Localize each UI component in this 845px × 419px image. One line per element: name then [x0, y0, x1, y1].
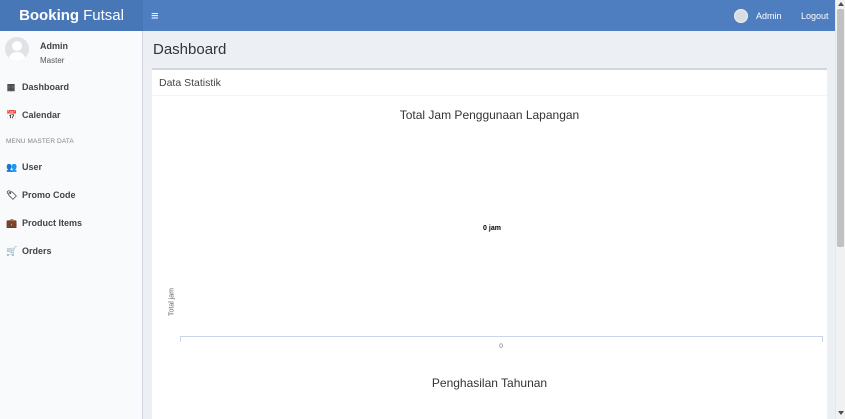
users-icon: 👥: [6, 161, 18, 172]
user-panel-role: Master: [40, 56, 65, 65]
sidebar-item-label: Dashboard: [22, 82, 70, 92]
dashboard-icon: ▦: [6, 81, 16, 92]
sidebar-toggle-icon[interactable]: ≡: [151, 0, 159, 31]
page-title: Dashboard: [153, 41, 227, 58]
tag-icon: 🏷: [6, 189, 18, 200]
brand-logo[interactable]: Booking Futsal: [0, 0, 143, 31]
chart-x-tick-mark: [822, 336, 823, 342]
cart-icon: 🛒: [6, 245, 18, 256]
brand-bold: Booking: [19, 7, 80, 24]
sidebar-item-orders[interactable]: 🛒 Orders: [0, 241, 143, 261]
box-title: Data Statistik: [159, 77, 221, 89]
chart-x-tick-mark: [180, 336, 181, 342]
sidebar-item-label: Promo Code: [22, 190, 76, 200]
briefcase-icon: 💼: [6, 217, 18, 228]
scroll-down-arrow-icon[interactable]: [838, 411, 844, 415]
page-scrollbar[interactable]: [835, 0, 845, 419]
sidebar-item-product-items[interactable]: 💼 Product Items: [0, 213, 143, 233]
sidebar-item-label: User: [22, 162, 43, 172]
chart-title-annual-income: Penghasilan Tahunan: [431, 376, 548, 390]
sidebar-item-promo-code[interactable]: 🏷 Promo Code: [0, 185, 143, 205]
sidebar: Admin Master ▦ Dashboard 📅 Calendar MENU…: [0, 31, 143, 419]
chart-x-tick-label: 0: [499, 343, 503, 350]
brand-light: Futsal: [83, 7, 124, 24]
user-panel: Admin Master: [0, 31, 143, 73]
avatar: [5, 37, 29, 61]
sidebar-item-dashboard[interactable]: ▦ Dashboard: [0, 77, 143, 97]
scroll-up-arrow-icon[interactable]: [838, 2, 844, 6]
chart-title-usage: Total Jam Penggunaan Lapangan: [399, 108, 580, 122]
chart-y-axis-label: Total jam: [168, 287, 176, 317]
top-navbar: Booking Futsal ≡ Admin Logout: [0, 0, 835, 31]
menu-section-header: MENU MASTER DATA: [6, 138, 74, 145]
user-menu-name: Admin: [756, 10, 782, 21]
sidebar-item-label: Orders: [22, 246, 52, 256]
user-menu[interactable]: Admin: [734, 0, 782, 31]
user-avatar-icon: [734, 8, 748, 23]
chart-x-axis: [180, 336, 823, 337]
sidebar-item-label: Product Items: [22, 218, 83, 228]
box-header: Data Statistik: [152, 70, 827, 96]
sidebar-item-calendar[interactable]: 📅 Calendar: [0, 105, 143, 125]
sidebar-item-label: Calendar: [22, 110, 61, 120]
calendar-icon: 📅: [6, 109, 18, 120]
scroll-thumb[interactable]: [837, 9, 844, 247]
logout-link[interactable]: Logout: [801, 0, 829, 31]
sidebar-item-user[interactable]: 👥 User: [0, 157, 143, 177]
statistics-box: Data Statistik Total Jam Penggunaan Lapa…: [152, 68, 827, 419]
chart-data-label: 0 jam: [483, 225, 501, 232]
user-panel-name: Admin: [40, 41, 68, 51]
